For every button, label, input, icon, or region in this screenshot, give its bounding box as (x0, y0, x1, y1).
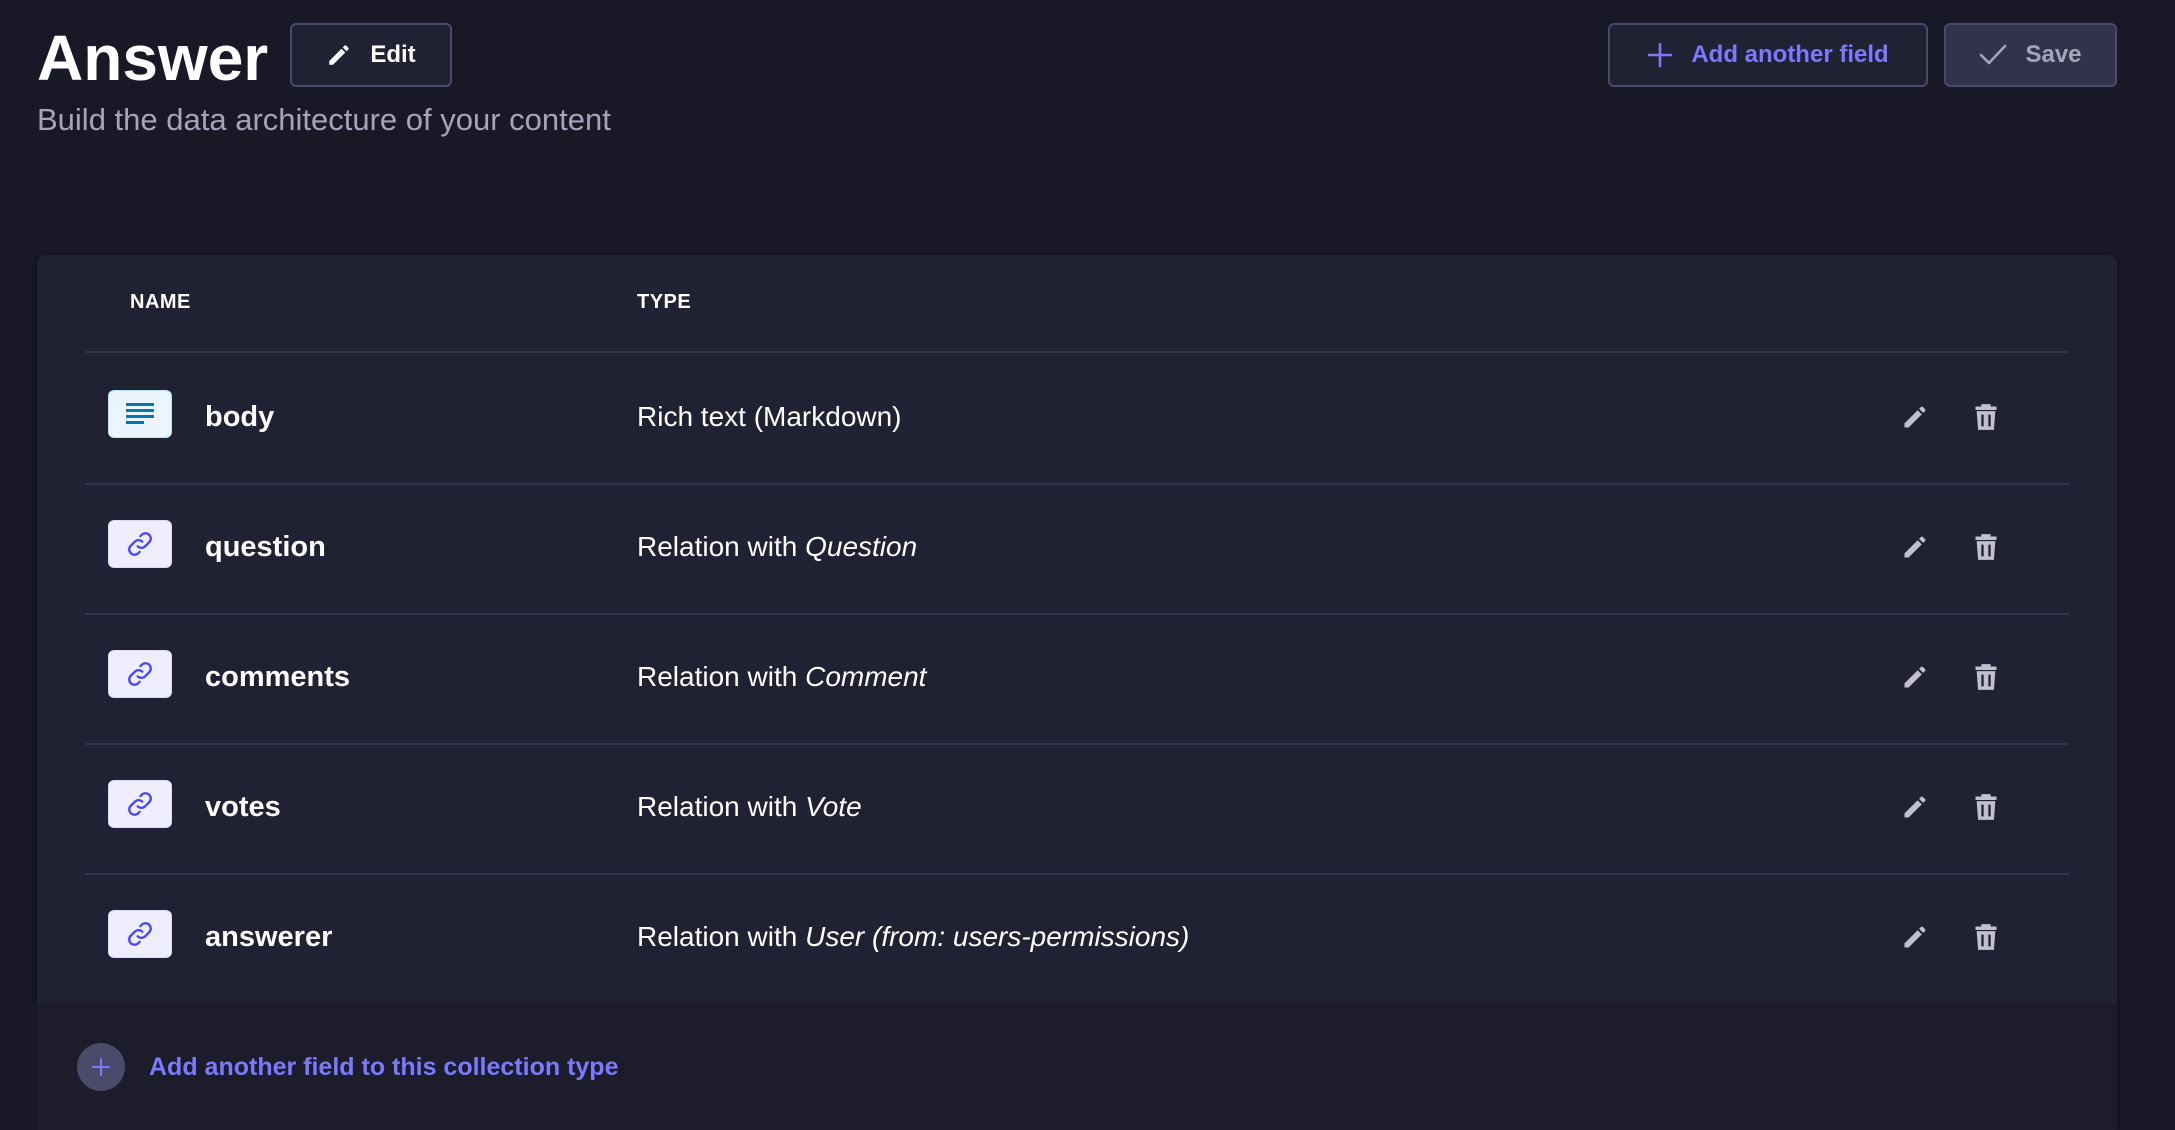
field-name: comments (205, 661, 351, 693)
save-button-label: Save (2025, 41, 2082, 68)
delete-field-trash-icon[interactable] (1968, 919, 2004, 955)
relation-icon (108, 910, 172, 958)
field-type: Relation with Vote (637, 791, 862, 822)
table-row[interactable]: votes Relation with Vote (85, 743, 2069, 875)
edit-field-pencil-icon[interactable] (1897, 919, 1933, 955)
table-header: NAME TYPE (85, 255, 2069, 353)
page-subtitle: Build the data architecture of your cont… (37, 102, 611, 137)
field-type: Relation with User (from: users-permissi… (637, 921, 1190, 952)
field-type: Relation with Question (637, 531, 918, 562)
edit-field-pencil-icon[interactable] (1897, 529, 1933, 565)
fields-table: NAME TYPE body Rich text (Markdown) ques… (37, 255, 2117, 1130)
add-field-footer[interactable]: Add another field to this collection typ… (37, 1003, 2117, 1130)
check-icon (1980, 44, 2007, 65)
save-button[interactable]: Save (1944, 23, 2117, 87)
plus-icon (1648, 42, 1673, 68)
richtext-icon (108, 390, 172, 438)
delete-field-trash-icon[interactable] (1968, 399, 2004, 435)
add-another-field-button[interactable]: Add another field (1608, 23, 1928, 87)
add-another-field-label: Add another field (1691, 41, 1889, 68)
delete-field-trash-icon[interactable] (1968, 529, 2004, 565)
edit-field-pencil-icon[interactable] (1897, 399, 1933, 435)
plus-circle-icon[interactable] (77, 1043, 125, 1091)
field-type: Rich text (Markdown) (637, 401, 902, 432)
column-header-type: TYPE (637, 291, 692, 313)
field-name: votes (205, 791, 281, 823)
relation-icon (108, 520, 172, 568)
add-field-to-collection-link[interactable]: Add another field to this collection typ… (149, 1051, 618, 1083)
field-name: question (205, 531, 326, 563)
edit-field-pencil-icon[interactable] (1897, 659, 1933, 695)
delete-field-trash-icon[interactable] (1968, 659, 2004, 695)
pencil-icon (329, 45, 350, 65)
relation-icon (108, 780, 172, 828)
page-title: Answer (37, 22, 269, 94)
delete-field-trash-icon[interactable] (1968, 789, 2004, 825)
table-row[interactable]: answerer Relation with User (from: users… (85, 873, 2069, 1003)
field-name: body (205, 401, 275, 433)
column-header-name: NAME (130, 291, 191, 313)
relation-icon (108, 650, 172, 698)
table-footer: Add another field to this collection typ… (0, 1003, 2117, 1130)
table-row[interactable]: body Rich text (Markdown) (85, 353, 2069, 485)
table-row[interactable]: question Relation with Question (85, 483, 2069, 615)
field-type: Relation with Comment (637, 661, 927, 692)
edit-button-label: Edit (370, 41, 416, 68)
table-row[interactable]: comments Relation with Comment (85, 613, 2069, 745)
field-name: answerer (205, 921, 333, 953)
edit-button[interactable]: Edit (290, 23, 452, 87)
edit-field-pencil-icon[interactable] (1897, 789, 1933, 825)
content-type-builder: Answer Build the data architecture of yo… (0, 0, 2175, 1130)
